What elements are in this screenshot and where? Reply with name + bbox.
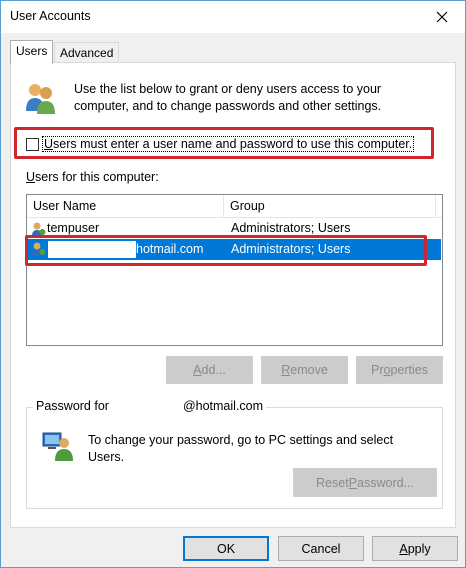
users-tab-panel: Use the list below to grant or deny user… <box>10 62 456 528</box>
tab-advanced[interactable]: Advanced <box>54 42 120 64</box>
reset-password-prefix: Reset <box>316 475 349 490</box>
require-login-label-text: sers must enter a user name and password… <box>53 137 413 151</box>
require-login-label[interactable]: Users must enter a user name and passwor… <box>42 136 415 152</box>
window-title: User Accounts <box>10 9 91 23</box>
properties-button-label: perties <box>390 363 428 377</box>
intro-text: Use the list below to grant or deny user… <box>74 82 382 113</box>
remove-button-mnemonic: R <box>281 363 291 377</box>
add-button-mnemonic: A <box>193 363 202 377</box>
users-list-label-text: sers for this computer: <box>35 170 159 184</box>
cancel-button[interactable]: Cancel <box>278 536 364 561</box>
tab-users[interactable]: Users <box>10 40 54 64</box>
reset-password-label: assword... <box>357 475 414 490</box>
users-list[interactable]: User Name Group tempuser Administrators;… <box>26 194 443 346</box>
ok-button[interactable]: OK <box>183 536 269 561</box>
apply-button[interactable]: Apply <box>372 536 458 561</box>
users-list-header: User Name Group <box>27 195 442 218</box>
title-bar: User Accounts <box>1 1 465 33</box>
users-list-label-mnemonic: U <box>26 170 36 184</box>
tab-users-label: Users <box>16 44 48 58</box>
column-header-user-name[interactable]: User Name <box>27 195 224 218</box>
reset-password-mnemonic: P <box>348 475 358 490</box>
users-icon <box>26 84 55 114</box>
highlight-box-selected-row <box>25 235 427 266</box>
tab-advanced-label: Advanced <box>60 46 114 60</box>
password-legend-suffix: @hotmail.com <box>182 399 264 413</box>
password-legend-prefix: Password for <box>36 399 109 413</box>
close-button[interactable] <box>419 1 465 33</box>
password-group-legend: Password for @hotmail.com <box>33 399 267 413</box>
apply-button-label: pply <box>407 541 431 556</box>
users-list-label: Users for this computer: <box>26 170 159 184</box>
column-header-group[interactable]: Group <box>224 195 436 218</box>
close-icon <box>436 11 448 23</box>
reset-password-button[interactable]: Reset Password... <box>293 468 437 497</box>
password-help-text: To change your password, go to PC settin… <box>88 433 394 464</box>
properties-button-mnemonic: o <box>383 363 391 377</box>
require-login-checkbox[interactable] <box>26 138 39 151</box>
user-accounts-dialog: User Accounts Users Advanced Use the lis… <box>0 0 466 568</box>
add-button-label: dd... <box>201 363 226 377</box>
remove-button[interactable]: Remove <box>261 356 348 384</box>
password-icon <box>42 432 73 461</box>
properties-button[interactable]: Pr o perties <box>356 356 443 384</box>
password-group: Password for @hotmail.com To change your … <box>26 399 443 509</box>
add-button[interactable]: Add... <box>166 356 253 384</box>
properties-button-prefix: Pr <box>371 363 384 377</box>
remove-button-label: emove <box>290 363 328 377</box>
apply-button-mnemonic: A <box>399 541 408 556</box>
require-login-label-mnemonic: U <box>44 137 54 151</box>
